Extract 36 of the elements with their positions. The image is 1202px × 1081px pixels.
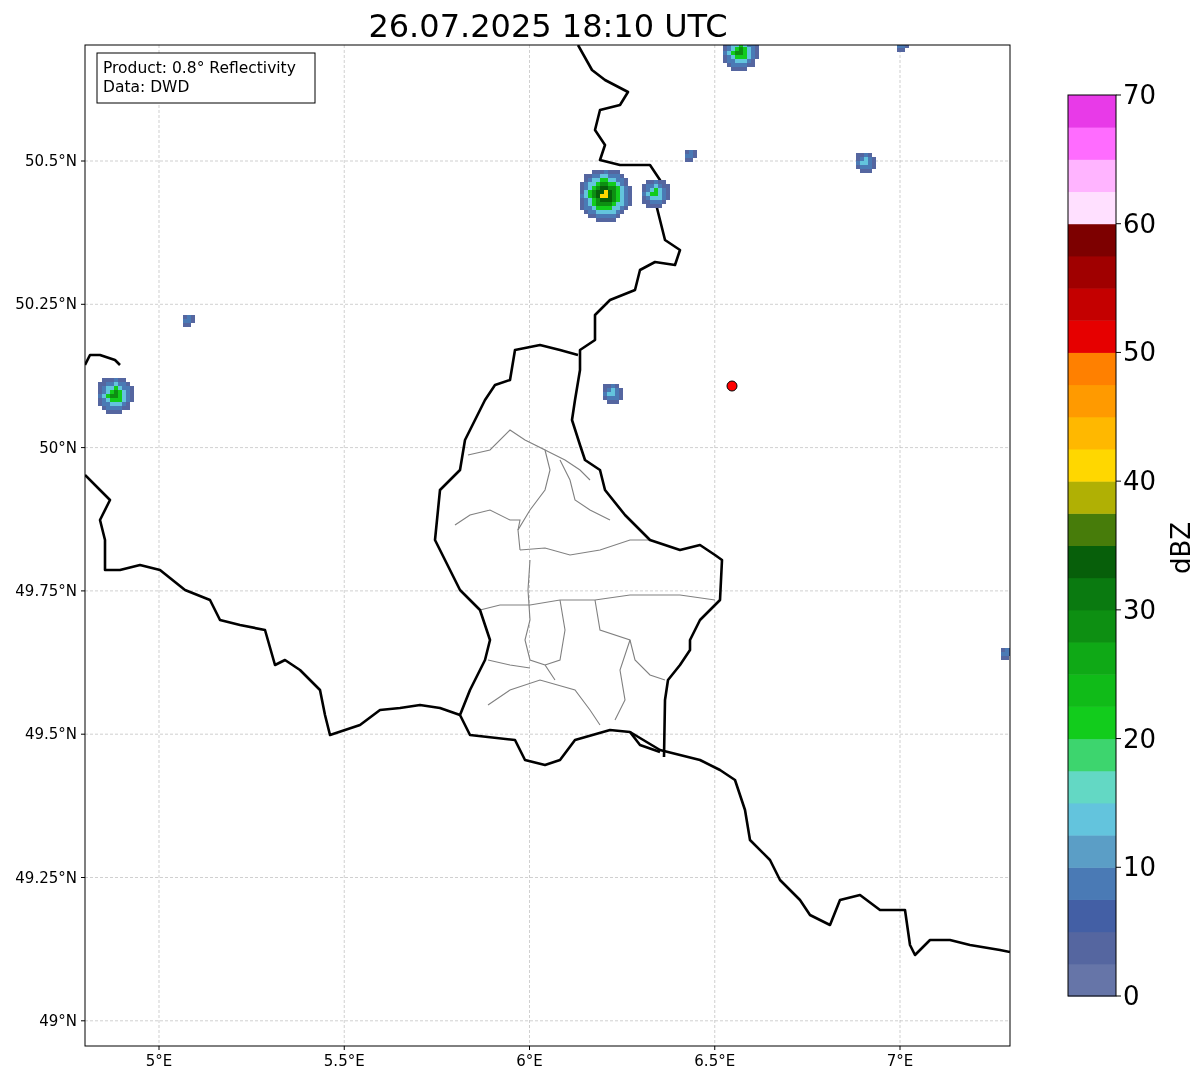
latitude-label: 49.75°N [15,581,77,600]
colorbar-tick-label: 40 [1123,466,1157,497]
longitude-label: 6.5°E [694,1052,736,1070]
radar-echo [723,45,759,71]
country-border [85,353,121,366]
colorbar-tick-label: 20 [1123,723,1157,754]
radar-echo [580,170,632,222]
colorbar-tick-label: 70 [1123,80,1157,110]
radar-echo [1001,648,1010,660]
radar-echo [685,150,697,162]
info-text: Data: DWD [103,78,190,96]
latitude-label: 49.5°N [24,725,77,744]
info-text: Product: 0.8° Reflectivity [103,59,296,77]
radar-echo [98,378,134,414]
figure-title: 26.07.2025 18:10 UTC [368,7,728,45]
longitude-label: 7°E [886,1052,914,1070]
longitude-label: 5°E [145,1052,173,1070]
latitude-label: 49.25°N [15,868,77,887]
colorbar-tick-label: 10 [1123,852,1157,883]
latitude-label: 50°N [39,438,77,457]
radar-echo [183,315,195,327]
radar-site-marker [726,380,738,392]
colorbar-tick-label: 30 [1123,594,1157,625]
colorbar-label: dBZ [1166,521,1196,575]
radar-echo [897,45,909,52]
colorbar-tick-label: 0 [1123,981,1140,1011]
colorbar-tick-label: 50 [1123,337,1157,368]
radar-echo [603,384,623,404]
radar-echo [642,180,670,208]
latitude-label: 50.25°N [15,295,77,314]
latitude-label: 50.5°N [24,152,77,170]
longitude-label: 6°E [516,1052,543,1070]
longitude-label: 5.5°E [323,1052,365,1070]
radar-echo [856,153,876,173]
colorbar-tick-label: 60 [1123,208,1157,239]
latitude-label: 49°N [39,1011,77,1030]
